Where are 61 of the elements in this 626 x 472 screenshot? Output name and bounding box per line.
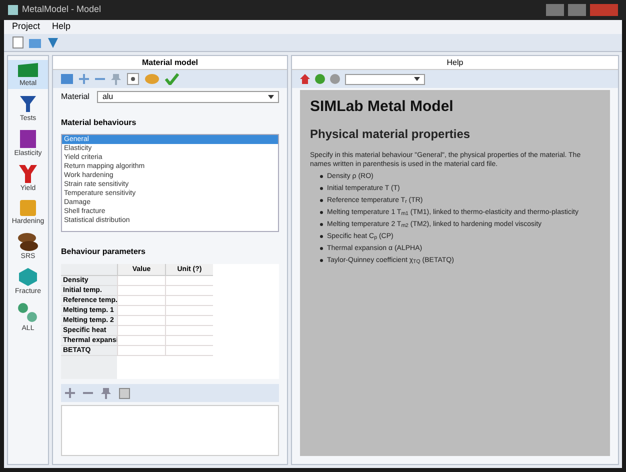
table-cell[interactable] bbox=[117, 336, 165, 346]
material-label: Material bbox=[61, 91, 90, 103]
bullet-icon bbox=[320, 198, 323, 202]
text-area[interactable] bbox=[61, 405, 279, 456]
bullet-icon bbox=[320, 246, 323, 250]
table-cell[interactable] bbox=[117, 326, 165, 336]
bullet-icon bbox=[320, 234, 323, 238]
section-title: Behaviour parameters bbox=[61, 247, 146, 256]
close-button[interactable] bbox=[590, 4, 618, 16]
table-cell[interactable] bbox=[117, 286, 165, 296]
pin-icon[interactable] bbox=[111, 73, 121, 85]
cube-icon bbox=[19, 129, 37, 149]
help-subheading: Physical material properties bbox=[310, 126, 472, 142]
plus-icon[interactable] bbox=[79, 74, 89, 84]
square-icon bbox=[19, 199, 37, 217]
table-cell[interactable] bbox=[165, 336, 213, 346]
pin-icon[interactable] bbox=[101, 387, 111, 399]
help-heading: SIMLab Metal Model bbox=[310, 97, 454, 117]
bullet-icon bbox=[320, 210, 323, 214]
checkmark-icon[interactable] bbox=[165, 73, 179, 85]
coil-icon bbox=[17, 232, 39, 252]
table-cell[interactable] bbox=[165, 306, 213, 316]
new-file-icon[interactable] bbox=[12, 36, 24, 49]
specimen-icon bbox=[18, 94, 38, 114]
bullet-icon bbox=[320, 258, 323, 262]
app-icon bbox=[8, 5, 18, 15]
table-cell[interactable] bbox=[165, 326, 213, 336]
material-dropdown[interactable]: alu bbox=[97, 91, 279, 103]
bullet-icon bbox=[320, 222, 323, 226]
window-icon[interactable] bbox=[119, 388, 130, 398]
dropdown-arrow-icon bbox=[268, 95, 274, 99]
table-cell[interactable] bbox=[117, 296, 165, 306]
dropdown-arrow-icon bbox=[414, 77, 420, 81]
page-dropdown[interactable] bbox=[345, 74, 425, 84]
hexagon-icon bbox=[18, 267, 38, 287]
table-cell[interactable] bbox=[165, 276, 213, 286]
home-icon[interactable] bbox=[300, 74, 310, 84]
table-cell[interactable] bbox=[117, 276, 165, 286]
table-cell[interactable] bbox=[165, 346, 213, 356]
window-title: MetalModel - Model bbox=[22, 3, 102, 16]
minimize-button[interactable] bbox=[546, 4, 564, 16]
plus-icon[interactable] bbox=[65, 388, 75, 398]
y-shape-icon bbox=[18, 164, 38, 184]
table-cell[interactable] bbox=[165, 316, 213, 326]
table-cell[interactable] bbox=[117, 316, 165, 326]
table-cell[interactable] bbox=[165, 286, 213, 296]
table-cell[interactable] bbox=[165, 296, 213, 306]
back-icon[interactable] bbox=[315, 74, 325, 84]
panel-title: Material model bbox=[142, 56, 198, 68]
bullet-icon bbox=[320, 186, 323, 190]
table-cell[interactable] bbox=[117, 306, 165, 316]
panel-title: Help bbox=[446, 56, 464, 68]
bullet-icon bbox=[320, 174, 323, 178]
section-title: Material behaviours bbox=[61, 118, 136, 127]
record-icon[interactable] bbox=[127, 73, 139, 85]
metal-block-icon bbox=[17, 61, 39, 79]
table-cell[interactable] bbox=[117, 346, 165, 356]
maximize-button[interactable] bbox=[568, 4, 586, 16]
menu-item[interactable]: Project bbox=[12, 20, 40, 34]
forward-icon[interactable] bbox=[330, 74, 340, 84]
menu-item[interactable]: Help bbox=[52, 20, 71, 34]
